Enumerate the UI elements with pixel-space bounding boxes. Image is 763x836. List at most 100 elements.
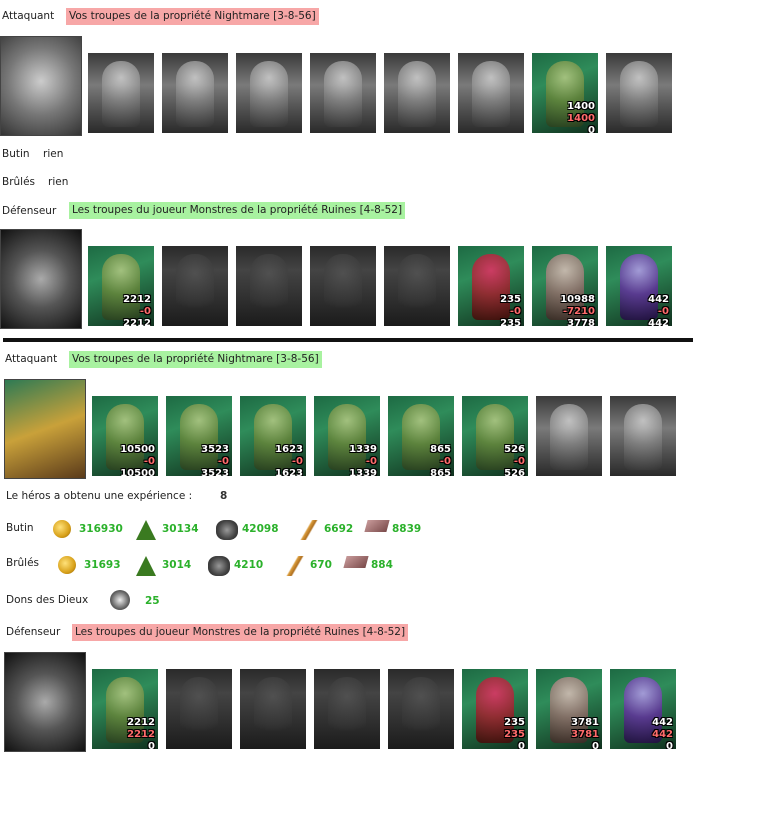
unit-portrait-icon — [250, 254, 288, 320]
troop-slot[interactable]: 1400 1400 0 — [532, 53, 598, 133]
troop-slot[interactable] — [610, 396, 676, 476]
troop-count: 235 — [504, 717, 525, 728]
ore-icon — [208, 556, 230, 576]
troop-slot[interactable] — [88, 53, 154, 133]
troop-count: 2212 — [127, 717, 155, 728]
troop-slot[interactable]: 442 -0 442 — [606, 246, 672, 326]
gold-coins-icon — [58, 556, 76, 574]
unit-portrait-icon — [176, 61, 214, 127]
report-divider — [3, 338, 693, 342]
troop-slot[interactable]: 526 -0 526 — [462, 396, 528, 476]
troop-slot[interactable] — [162, 53, 228, 133]
defender-hero-monster-icon — [0, 229, 82, 329]
resource-value: 3014 — [162, 559, 192, 571]
troop-count: 526 — [504, 444, 525, 455]
unit-portrait-icon — [398, 61, 436, 127]
troop-count: 1339 — [349, 444, 377, 455]
attacker-tag-1[interactable]: Vos troupes de la propriété Nightmare [3… — [66, 8, 319, 25]
troop-slot[interactable] — [384, 53, 450, 133]
defender-tag-2[interactable]: Les troupes du joueur Monstres de la pro… — [72, 624, 409, 641]
troop-losses: 3781 — [571, 729, 599, 740]
empty-troop-slot[interactable] — [240, 669, 306, 749]
troop-slot[interactable]: 10988 -7210 3778 — [532, 246, 598, 326]
troop-count: 1400 — [567, 101, 595, 112]
troop-slot[interactable]: 235 -0 235 — [458, 246, 524, 326]
troop-losses: -0 — [143, 456, 155, 467]
troop-slot[interactable]: 3523 -0 3523 — [166, 396, 232, 476]
empty-troop-slot[interactable] — [384, 246, 450, 326]
empty-troop-slot[interactable] — [162, 246, 228, 326]
brules-label-2: Brûlés — [6, 557, 40, 569]
troop-slot[interactable]: 2212 -0 2212 — [88, 246, 154, 326]
brules-label-1: Brûlés — [2, 176, 36, 188]
troop-slot[interactable]: 235 235 0 — [462, 669, 528, 749]
troop-losses: 442 — [652, 729, 673, 740]
unit-portrait-icon — [328, 404, 366, 470]
resource-value: 316930 — [79, 523, 123, 535]
resource-value: 8839 — [392, 523, 422, 535]
wheat-icon — [298, 520, 320, 540]
troop-losses: -0 — [513, 456, 525, 467]
troop-losses: -0 — [509, 306, 521, 317]
unit-portrait-icon — [624, 404, 662, 470]
troop-remaining: 2212 — [123, 318, 151, 326]
unit-portrait-icon — [550, 404, 588, 470]
resource-value: 670 — [310, 559, 332, 571]
unit-portrait-icon — [402, 404, 440, 470]
troop-slot[interactable]: 442 442 0 — [610, 669, 676, 749]
troop-slot[interactable]: 2212 2212 0 — [92, 669, 158, 749]
unit-portrait-icon — [180, 677, 218, 743]
attacker-hero-crest-icon — [0, 36, 82, 136]
troop-remaining: 0 — [518, 741, 525, 749]
empty-troop-slot[interactable] — [310, 246, 376, 326]
troop-slot[interactable] — [236, 53, 302, 133]
unit-portrait-icon — [180, 404, 218, 470]
troop-count: 1623 — [275, 444, 303, 455]
troop-remaining: 1623 — [275, 468, 303, 476]
troop-losses: -0 — [439, 456, 451, 467]
unit-portrait-icon — [102, 254, 140, 320]
troop-count: 10500 — [120, 444, 155, 455]
troop-slot[interactable] — [458, 53, 524, 133]
unit-portrait-icon — [472, 61, 510, 127]
empty-troop-slot[interactable] — [314, 669, 380, 749]
troop-losses: -0 — [657, 306, 669, 317]
troop-losses: -7210 — [563, 306, 595, 317]
troop-slot[interactable] — [606, 53, 672, 133]
divine-gift-icon — [110, 590, 130, 610]
troop-slot[interactable]: 1623 -0 1623 — [240, 396, 306, 476]
unit-portrait-icon — [328, 677, 366, 743]
attacker-tag-2[interactable]: Vos troupes de la propriété Nightmare [3… — [69, 351, 322, 368]
unit-portrait-icon — [254, 404, 292, 470]
troop-slot[interactable]: 865 -0 865 — [388, 396, 454, 476]
troop-slot[interactable] — [310, 53, 376, 133]
xp-value: 8 — [220, 490, 228, 502]
troop-remaining: 235 — [500, 318, 521, 326]
resource-value: 30134 — [162, 523, 199, 535]
troop-remaining: 10500 — [120, 468, 155, 476]
troop-count: 10988 — [560, 294, 595, 305]
troop-losses: 1400 — [567, 113, 595, 124]
attacker-label-1: Attaquant — [2, 10, 55, 22]
empty-troop-slot[interactable] — [236, 246, 302, 326]
defender-tag-1[interactable]: Les troupes du joueur Monstres de la pro… — [69, 202, 406, 219]
gold-coins-icon — [53, 520, 71, 538]
xp-label: Le héros a obtenu une expérience : — [6, 490, 193, 502]
empty-troop-slot[interactable] — [166, 669, 232, 749]
troop-slot[interactable] — [536, 396, 602, 476]
troop-count: 442 — [652, 717, 673, 728]
troop-slot[interactable]: 10500 -0 10500 — [92, 396, 158, 476]
attacker-hero-portrait — [4, 379, 86, 479]
resource-value: 42098 — [242, 523, 279, 535]
troop-slot[interactable]: 3781 3781 0 — [536, 669, 602, 749]
empty-troop-slot[interactable] — [388, 669, 454, 749]
unit-portrait-icon — [620, 61, 658, 127]
butin-value-1: rien — [43, 148, 64, 160]
wheat-icon — [284, 556, 306, 576]
troop-remaining: 442 — [648, 318, 669, 326]
troop-remaining: 3778 — [567, 318, 595, 326]
troop-losses: -0 — [139, 306, 151, 317]
troop-count: 442 — [648, 294, 669, 305]
defender-hero-monster-icon-2 — [4, 652, 86, 752]
troop-slot[interactable]: 1339 -0 1339 — [314, 396, 380, 476]
